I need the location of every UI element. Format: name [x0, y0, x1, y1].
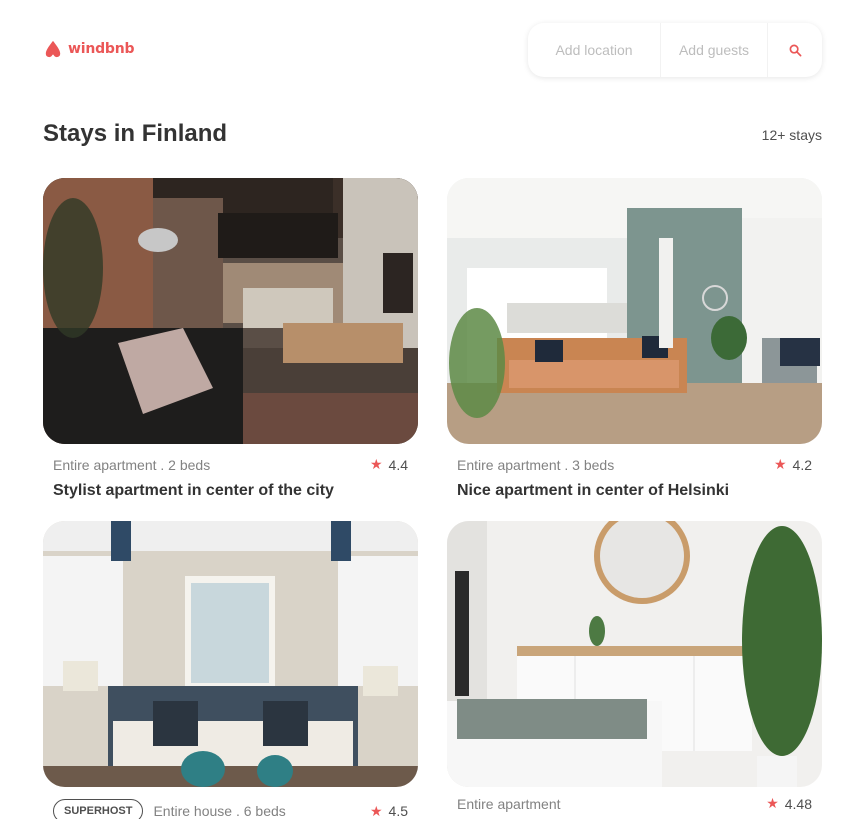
stay-title[interactable]: Nice apartment in center of Helsinki	[457, 482, 729, 500]
guests-input[interactable]: Add guests	[661, 23, 768, 77]
stay-card[interactable]: SUPERHOST Entire house . 6 beds ★ 4.5	[43, 521, 418, 819]
star-icon: ★	[369, 802, 383, 819]
stay-rating: ★ 4.2	[774, 456, 812, 473]
rating-value: 4.5	[388, 803, 408, 819]
stay-rating: ★ 4.48	[766, 795, 812, 812]
stay-card[interactable]: Entire apartment . 2 beds ★ 4.4 Stylist …	[43, 178, 418, 499]
logo-text: windbnb	[68, 41, 135, 57]
star-icon: ★	[766, 795, 779, 811]
logo[interactable]: windbnb	[44, 40, 135, 58]
search-icon	[789, 44, 801, 56]
stays-count: 12+ stays	[761, 127, 822, 143]
stay-rating: ★ 4.5	[370, 803, 408, 819]
stay-card[interactable]: Entire apartment ★ 4.48	[447, 521, 822, 812]
stay-photo[interactable]	[43, 521, 418, 787]
rating-value: 4.48	[784, 795, 812, 812]
stay-meta: SUPERHOST Entire house . 6 beds ★ 4.5	[53, 799, 408, 819]
stay-meta: Entire apartment . 3 beds ★ 4.2	[457, 456, 812, 473]
star-icon: ★	[773, 456, 787, 472]
location-input[interactable]: Add location	[528, 23, 661, 77]
stay-rating: ★ 4.4	[370, 456, 408, 473]
stay-meta: Entire apartment . 2 beds ★ 4.4	[53, 456, 408, 473]
stay-card[interactable]: Entire apartment . 3 beds ★ 4.2 Nice apa…	[447, 178, 822, 499]
stay-photo[interactable]	[447, 178, 822, 444]
rating-value: 4.2	[792, 456, 812, 473]
stay-type: Entire apartment . 3 beds	[457, 456, 615, 473]
stay-photo[interactable]	[447, 521, 822, 787]
stay-photo[interactable]	[43, 178, 418, 444]
stay-type: Entire apartment	[457, 795, 561, 812]
rating-value: 4.4	[388, 456, 408, 473]
stay-type: Entire house . 6 beds	[153, 803, 286, 819]
superhost-badge: SUPERHOST	[53, 799, 144, 819]
search-button[interactable]	[768, 23, 822, 77]
logo-icon	[45, 40, 61, 58]
page-title: Stays in Finland	[43, 120, 228, 147]
stay-title[interactable]: Stylist apartment in center of the city	[53, 482, 334, 500]
search-bar[interactable]: Add location Add guests	[528, 23, 822, 77]
stay-meta: Entire apartment ★ 4.48	[457, 795, 812, 812]
star-icon: ★	[369, 456, 383, 472]
stay-type: Entire apartment . 2 beds	[53, 456, 211, 473]
